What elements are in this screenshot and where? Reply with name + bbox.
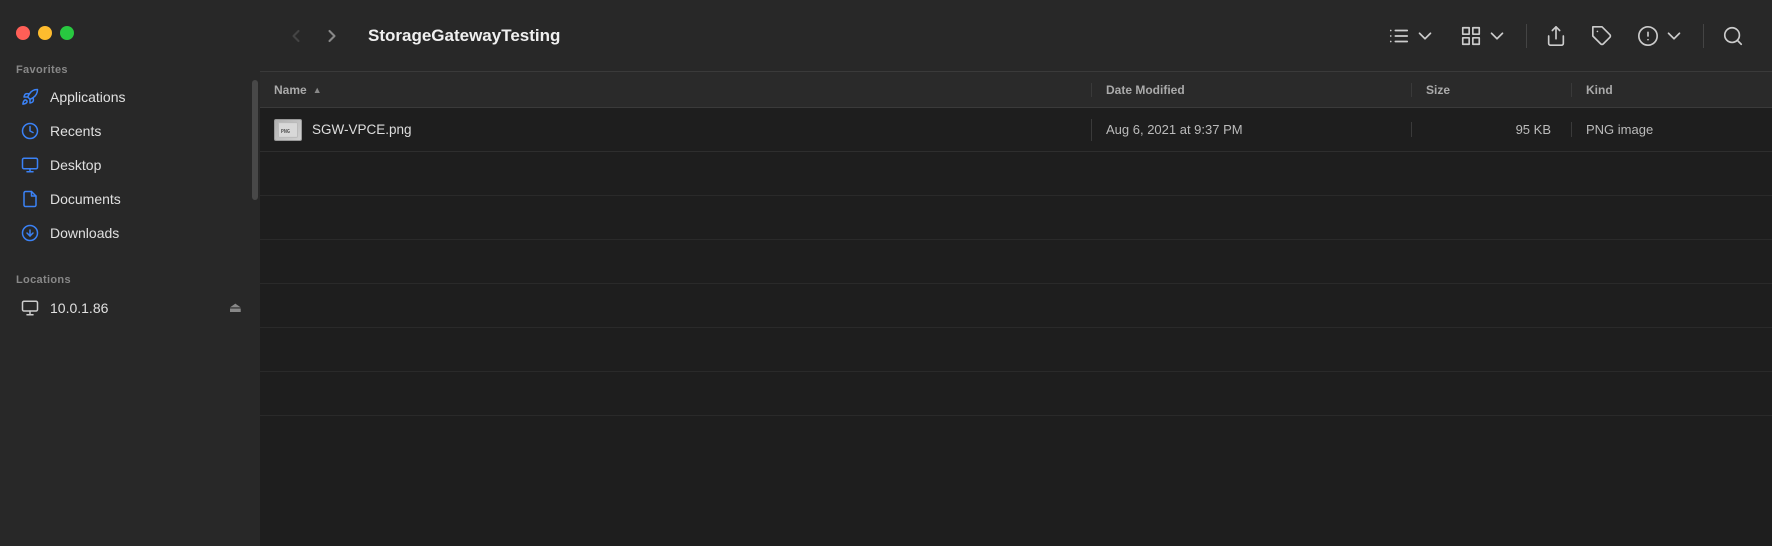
toolbar: StorageGatewayTesting: [260, 0, 1772, 72]
col-name-header[interactable]: Name ▲: [260, 83, 1092, 97]
more-button[interactable]: [1629, 19, 1693, 53]
file-size-cell: 95 KB: [1412, 122, 1572, 137]
maximize-button[interactable]: [60, 26, 74, 40]
sort-chevron: ▲: [313, 85, 322, 95]
download-icon: [20, 223, 40, 243]
empty-row-5: [260, 328, 1772, 372]
toolbar-actions: [1380, 19, 1752, 53]
file-name-label: SGW-VPCE.png: [312, 122, 412, 137]
sidebar-item-desktop[interactable]: Desktop: [6, 149, 254, 181]
file-name-cell: PNG SGW-VPCE.png: [260, 119, 1092, 141]
empty-row-4: [260, 284, 1772, 328]
main-content: StorageGatewayTesting: [260, 0, 1772, 546]
sidebar-scrollbar[interactable]: [252, 80, 258, 200]
file-list-header: Name ▲ Date Modified Size Kind: [260, 72, 1772, 108]
sidebar-item-downloads-label: Downloads: [50, 225, 119, 241]
svg-text:PNG: PNG: [281, 128, 290, 134]
table-row[interactable]: PNG SGW-VPCE.png Aug 6, 2021 at 9:37 PM …: [260, 108, 1772, 152]
toolbar-divider-1: [1526, 24, 1527, 48]
sidebar-item-applications-label: Applications: [50, 89, 126, 105]
eject-button[interactable]: ⏏: [225, 297, 246, 318]
sidebar-item-network[interactable]: 10.0.1.86 ⏏: [6, 291, 254, 324]
favorites-header: Favorites: [0, 50, 260, 80]
file-date-cell: Aug 6, 2021 at 9:37 PM: [1092, 122, 1412, 137]
locations-header: Locations: [0, 260, 260, 290]
sidebar-item-applications[interactable]: Applications: [6, 81, 254, 113]
empty-row-1: [260, 152, 1772, 196]
list-view-button[interactable]: [1380, 19, 1444, 53]
empty-row-6: [260, 372, 1772, 416]
monitor-icon: [20, 298, 40, 318]
clock-icon: [20, 121, 40, 141]
col-kind-header[interactable]: Kind: [1572, 83, 1772, 97]
sidebar-item-downloads[interactable]: Downloads: [6, 217, 254, 249]
window-title: StorageGatewayTesting: [368, 26, 1364, 46]
sidebar: Favorites Applications Recents: [0, 0, 260, 546]
col-size-header[interactable]: Size: [1412, 83, 1572, 97]
search-button[interactable]: [1714, 19, 1752, 53]
sidebar-item-network-label: 10.0.1.86: [50, 300, 108, 316]
sidebar-item-documents-label: Documents: [50, 191, 121, 207]
col-name-label: Name: [274, 83, 307, 97]
file-kind-cell: PNG image: [1572, 122, 1772, 137]
sidebar-item-documents[interactable]: Documents: [6, 183, 254, 215]
nav-buttons: [280, 22, 348, 50]
tag-button[interactable]: [1583, 19, 1621, 53]
close-button[interactable]: [16, 26, 30, 40]
empty-row-2: [260, 196, 1772, 240]
empty-row-3: [260, 240, 1772, 284]
file-icon: PNG: [274, 119, 302, 141]
traffic-lights: [0, 12, 260, 50]
sidebar-item-desktop-label: Desktop: [50, 157, 101, 173]
minimize-button[interactable]: [38, 26, 52, 40]
desktop-icon: [20, 155, 40, 175]
doc-icon: [20, 189, 40, 209]
grid-view-button[interactable]: [1452, 19, 1516, 53]
share-button[interactable]: [1537, 19, 1575, 53]
forward-button[interactable]: [316, 22, 348, 50]
sidebar-item-recents[interactable]: Recents: [6, 115, 254, 147]
sidebar-item-recents-label: Recents: [50, 123, 101, 139]
rocket-icon: [20, 87, 40, 107]
toolbar-divider-2: [1703, 24, 1704, 48]
col-date-header[interactable]: Date Modified: [1092, 83, 1412, 97]
back-button[interactable]: [280, 22, 312, 50]
file-list: Name ▲ Date Modified Size Kind PNG SGW-V…: [260, 72, 1772, 546]
